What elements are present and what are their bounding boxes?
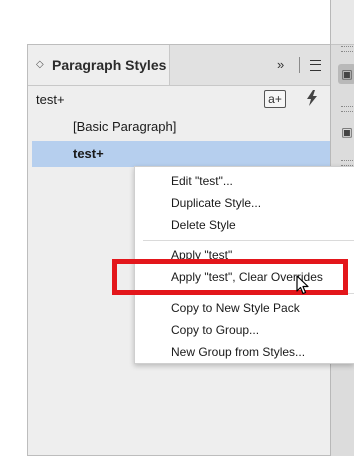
- panel-title: Paragraph Styles: [52, 57, 167, 73]
- tab-divider: [299, 57, 300, 73]
- dock-grip[interactable]: [341, 106, 353, 112]
- tab-paragraph-styles[interactable]: ◇ Paragraph Styles: [28, 45, 170, 85]
- menu-item-new-group-from-styles[interactable]: New Group from Styles...: [135, 341, 354, 363]
- panel-menu-icon[interactable]: [310, 60, 321, 71]
- style-item-label: test+: [73, 146, 104, 161]
- menu-item-copy-to-style-pack[interactable]: Copy to New Style Pack: [135, 297, 354, 319]
- menu-item-delete-style[interactable]: Delete Style: [135, 214, 354, 236]
- menu-item-edit-style[interactable]: Edit "test"...: [135, 170, 354, 192]
- menu-separator: [143, 293, 354, 294]
- style-item-basic-paragraph[interactable]: [Basic Paragraph]: [32, 114, 330, 140]
- menu-item-duplicate-style[interactable]: Duplicate Style...: [135, 192, 354, 214]
- menu-separator: [143, 240, 354, 241]
- panel-tab-bar: ◇ Paragraph Styles »: [28, 45, 330, 86]
- menu-item-apply-style[interactable]: Apply "test": [135, 244, 354, 266]
- new-style-icon[interactable]: a+: [264, 90, 286, 108]
- dock-panel-icon[interactable]: ▣: [338, 64, 354, 84]
- menu-item-apply-clear-overrides[interactable]: Apply "test", Clear Overrides: [135, 266, 354, 288]
- style-item-label: [Basic Paragraph]: [73, 119, 177, 134]
- lightning-icon[interactable]: [304, 90, 320, 108]
- current-style-name: test+: [36, 92, 65, 107]
- dock-header: [331, 0, 354, 45]
- expand-panel-icon[interactable]: »: [277, 57, 284, 73]
- dock-grip[interactable]: [341, 46, 353, 52]
- style-item-test[interactable]: test+: [32, 141, 330, 167]
- panel-toolbar: test+ a+: [28, 86, 330, 114]
- dock-panel-icon[interactable]: ▣: [338, 122, 354, 142]
- menu-item-copy-to-group[interactable]: Copy to Group...: [135, 319, 354, 341]
- collapse-icon[interactable]: ◇: [36, 57, 44, 73]
- mouse-cursor-icon: [296, 275, 310, 295]
- context-menu: Edit "test"... Duplicate Style... Delete…: [134, 166, 354, 364]
